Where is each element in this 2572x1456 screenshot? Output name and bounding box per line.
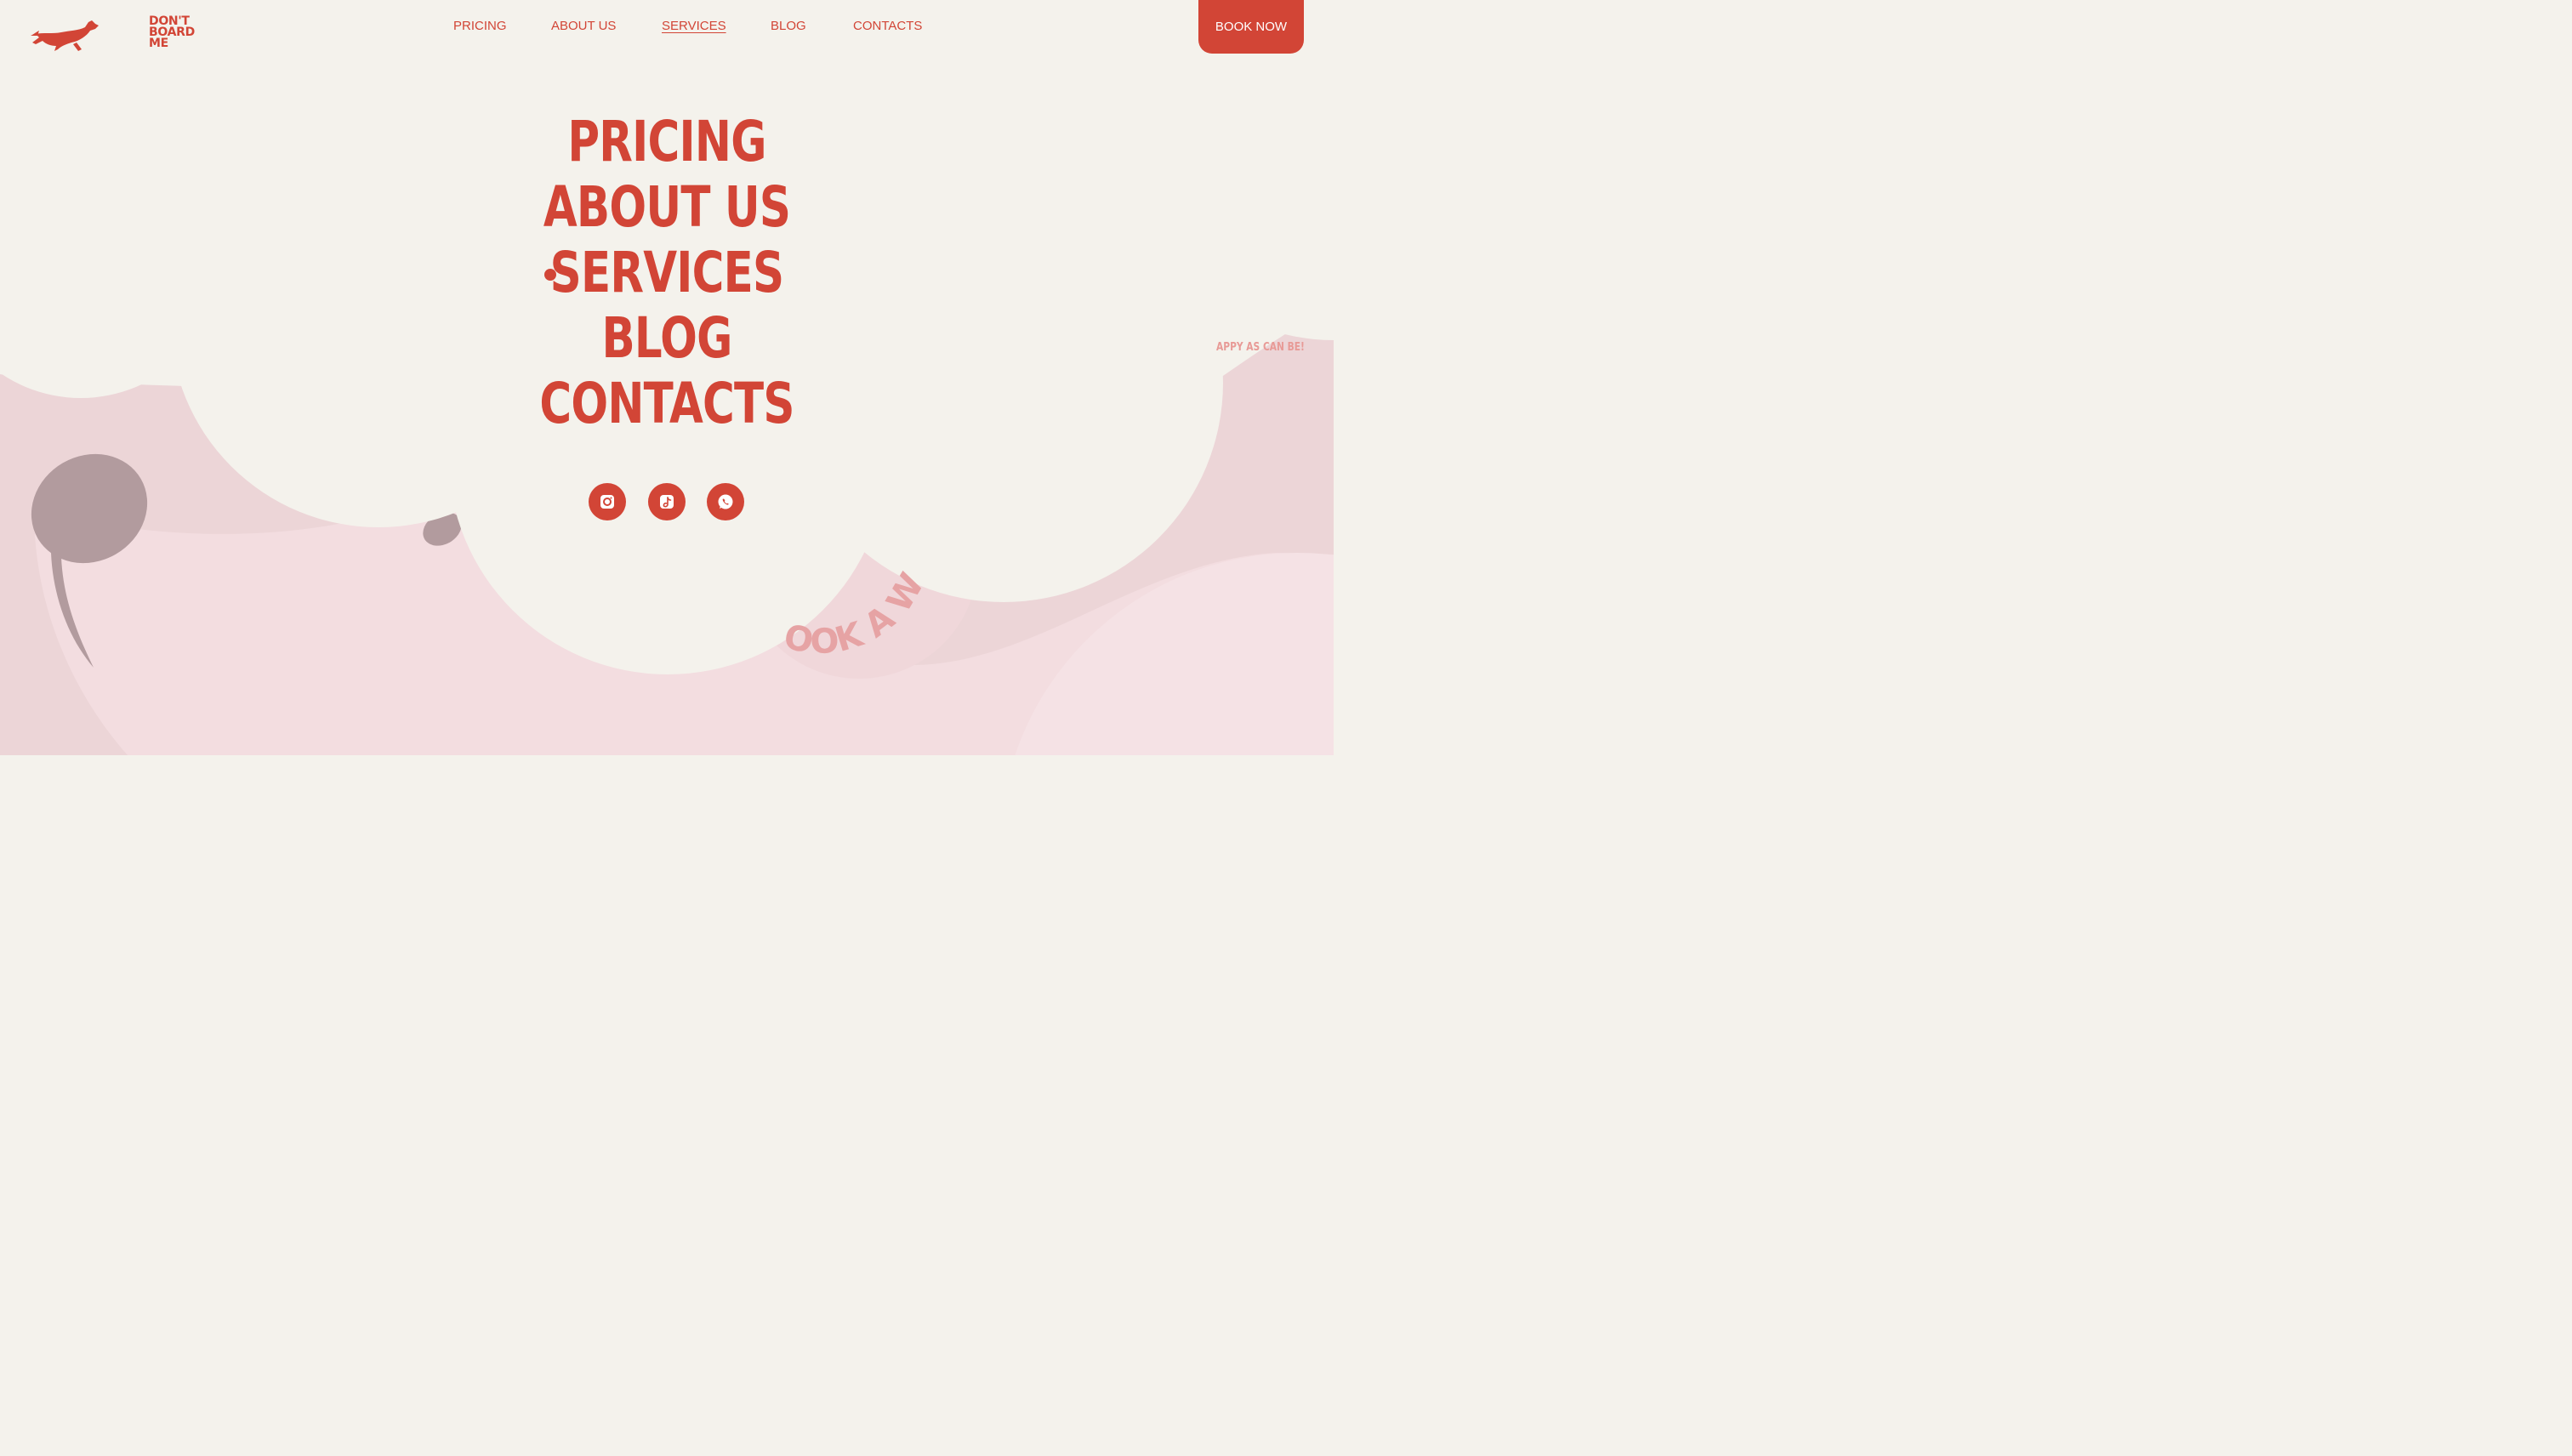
menu-item-blog[interactable]: BLOG: [146, 305, 1186, 371]
curved-badge-text: OOK A W: [781, 566, 932, 662]
book-now-button[interactable]: BOOK NOW: [1198, 0, 1304, 54]
nav-link-contacts[interactable]: CONTACTS: [853, 19, 922, 33]
wordmark-line: ME: [149, 37, 168, 50]
tiktok-icon: [660, 495, 674, 509]
social-links: [0, 483, 1334, 520]
instagram-icon: [600, 495, 614, 509]
nav-link-services[interactable]: SERVICES: [662, 19, 726, 33]
fullscreen-menu: PRICING ABOUT US SERVICES BLOG CONTACTS: [0, 109, 1334, 436]
whatsapp-icon: [718, 494, 733, 509]
menu-item-pricing[interactable]: PRICING: [146, 109, 1186, 174]
whatsapp-button[interactable]: [707, 483, 744, 520]
site-header: DON'T BOARD ME PRICING ABOUT US SERVICES…: [0, 0, 1334, 60]
nav-link-about-us[interactable]: ABOUT US: [551, 19, 616, 33]
menu-item-contacts[interactable]: CONTACTS: [146, 371, 1186, 436]
top-navigation: PRICING ABOUT US SERVICES BLOG CONTACTS: [0, 19, 1334, 36]
menu-item-services[interactable]: SERVICES: [146, 240, 1186, 305]
menu-item-about-us[interactable]: ABOUT US: [146, 174, 1186, 240]
svg-text:OOK A W: OOK A W: [781, 566, 932, 662]
nav-link-pricing[interactable]: PRICING: [453, 19, 507, 33]
tiktok-button[interactable]: [648, 483, 686, 520]
nav-link-blog[interactable]: BLOG: [771, 19, 806, 33]
instagram-button[interactable]: [589, 483, 626, 520]
